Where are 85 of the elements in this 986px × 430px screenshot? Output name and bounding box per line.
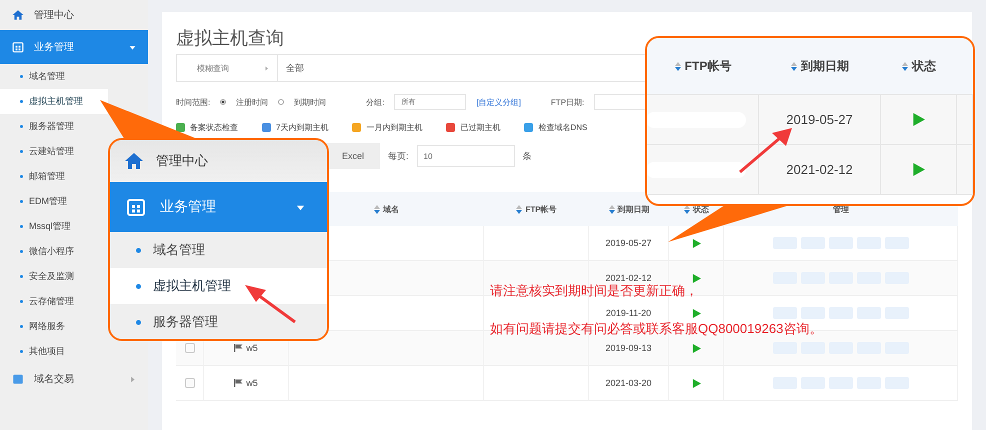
legend-label: 备案状态检查 (190, 122, 238, 132)
per-page-unit: 条 (522, 150, 532, 162)
bullet-icon (20, 250, 23, 253)
row-checkbox[interactable] (184, 343, 194, 353)
bullet-icon (136, 248, 141, 252)
sidebar-subitem[interactable]: 安全及监测 (0, 264, 108, 289)
home-icon (124, 151, 144, 171)
sidebar-subitem[interactable]: EDM管理 (0, 189, 108, 214)
bullet-icon (20, 225, 23, 228)
bullet-icon (136, 320, 141, 324)
bullet-icon (20, 125, 23, 128)
caret-icon (296, 202, 305, 212)
radio-label: 注册时间 (236, 96, 268, 108)
column-header[interactable]: FTP帐号 (647, 38, 759, 95)
arrow (245, 285, 296, 324)
sidebar-subitem[interactable]: 云建站管理 (0, 139, 108, 164)
notice-text: 如有问题请提交有问必答或联系客服QQ800019263咨询。 (490, 321, 822, 336)
radio-button[interactable] (278, 99, 284, 105)
legend-label: 7天内到期主机 (276, 122, 328, 132)
column-header[interactable]: 到期日期 (759, 38, 881, 95)
table-cell: 2021-02-12 (786, 162, 853, 177)
menu-item[interactable]: 管理中心 (110, 140, 327, 182)
caret-icon (129, 376, 136, 382)
menu-subitem[interactable]: 服务器管理 (110, 304, 327, 339)
filter-label: 分组: (366, 96, 384, 108)
sidebar-item[interactable]: 管理中心 (0, 0, 148, 30)
bullet-icon (20, 200, 23, 203)
sidebar-subitem[interactable]: 微信小程序 (0, 239, 108, 264)
bullet-icon (20, 300, 23, 303)
bullet-icon (20, 275, 23, 278)
flag-icon (234, 344, 244, 352)
sort-icon (674, 62, 681, 70)
sidebar-subitem[interactable]: 服务器管理 (0, 114, 108, 139)
bullet-icon (20, 75, 23, 78)
column-header[interactable]: FTP帐号 (484, 204, 589, 214)
notice-text: 请注意核实到期时间是否更新正确， (490, 283, 698, 298)
sort-icon (791, 62, 797, 70)
bullet-icon (20, 150, 23, 153)
sidebar-subitem[interactable]: 域名管理 (0, 64, 108, 89)
sidebar-subitem[interactable]: 邮箱管理 (0, 164, 108, 189)
per-page-field[interactable]: 10 (416, 145, 515, 167)
column-header[interactable]: 状态 (669, 204, 724, 214)
table-cell: 2019-05-27 (605, 238, 652, 248)
export-button[interactable]: Excel (326, 143, 380, 169)
row-checkbox[interactable] (184, 378, 194, 388)
caret-icon (129, 44, 136, 50)
calendar-icon (12, 373, 24, 385)
sidebar-group[interactable]: 业务管理 (0, 30, 148, 64)
sort-icon (902, 62, 908, 70)
radio-button[interactable] (220, 99, 226, 105)
flag-icon (234, 379, 244, 387)
radio-label: 到期时间 (294, 96, 326, 108)
calendar-icon (12, 41, 24, 53)
table-cell: 2019-05-27 (786, 112, 853, 127)
sidebar-subitem[interactable]: 网络服务 (0, 314, 108, 339)
calendar-icon (126, 197, 146, 217)
sidebar-subitem[interactable]: 云存储管理 (0, 289, 108, 314)
sidebar-subitem[interactable]: 虚拟主机管理 (0, 89, 108, 114)
legend-label: 检查域名DNS (538, 122, 588, 132)
column-header[interactable]: 到期日期 (589, 204, 669, 214)
bullet-icon (20, 325, 23, 328)
filter-label: FTP日期: (550, 96, 584, 108)
legend-label: 已过期主机 (460, 122, 500, 132)
sidebar-subitem[interactable]: 其他项目 (0, 339, 108, 364)
table-cell: 2019-11-20 (606, 308, 652, 318)
page-title: 虚拟主机查询 (176, 27, 285, 50)
column-header[interactable]: 状态 (881, 38, 957, 95)
per-page-label: 每页: (388, 150, 409, 162)
sidebar-subitem[interactable]: Mssql管理 (0, 214, 108, 239)
table-cell: 2021-02-12 (605, 273, 652, 283)
bullet-icon (136, 284, 141, 288)
menu-group[interactable]: 业务管理 (110, 182, 327, 232)
table-cell: 2021-03-20 (605, 378, 652, 388)
menu-subitem[interactable]: 域名管理 (110, 232, 327, 268)
filter-label: 时间范围: (176, 96, 210, 108)
host-name: w5 (246, 343, 258, 353)
bullet-icon (20, 350, 23, 353)
sidebar-group[interactable]: 域名交易 (0, 364, 148, 394)
custom-group-link[interactable]: [自定义分组] (476, 96, 521, 108)
host-name: w5 (246, 378, 258, 388)
bullet-icon (20, 175, 23, 178)
bullet-icon (20, 100, 23, 103)
table-cell: 2019-09-13 (605, 343, 652, 353)
home-icon (12, 9, 24, 21)
legend-label: 一月内到期主机 (366, 122, 422, 132)
